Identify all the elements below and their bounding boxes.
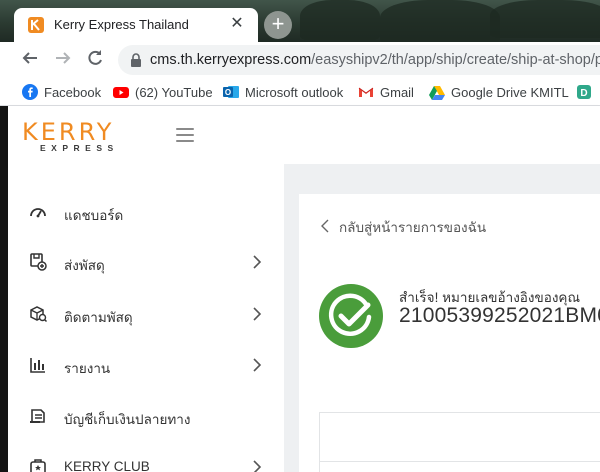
site-header: KERRY EXPRESS <box>8 106 600 164</box>
sidebar-item-label: KERRY CLUB <box>64 459 150 472</box>
bookmark-icon: D <box>576 84 592 100</box>
cod-account-icon <box>28 406 48 426</box>
url-host: cms.th.kerryexpress.com <box>150 52 312 68</box>
browser-toolbar: cms.th.kerryexpress.com/easyshipv2/th/ap… <box>0 42 600 78</box>
background-tree <box>380 0 500 42</box>
chevron-right-icon <box>252 254 262 270</box>
svg-text:D: D <box>580 88 587 99</box>
window-edge <box>0 106 8 472</box>
address-bar[interactable]: cms.th.kerryexpress.com/easyshipv2/th/ap… <box>118 45 600 75</box>
sidebar-item-cod-account[interactable]: บัญชีเก็บเงินปลายทาง <box>8 392 284 442</box>
lock-icon[interactable] <box>130 53 142 72</box>
bookmark-label: Microsoft outlook <box>245 84 344 100</box>
back-to-my-list-link[interactable]: กลับสู่หน้ารายการของฉัน <box>321 216 486 238</box>
bookmark-youtube[interactable]: (62) YouTube <box>113 83 213 101</box>
back-arrow-icon[interactable] <box>20 48 44 72</box>
kerry-club-icon <box>28 457 48 472</box>
success-check-icon <box>319 284 383 348</box>
hamburger-line <box>176 128 194 130</box>
background-tree <box>300 0 380 40</box>
kerry-express-logo[interactable]: KERRY EXPRESS <box>22 118 148 153</box>
divider <box>320 461 600 462</box>
close-icon[interactable]: ✕ <box>228 15 246 33</box>
dashboard-gauge-icon <box>28 202 48 222</box>
logo-wordmark: KERRY <box>22 118 115 146</box>
tab-title: Kerry Express Thailand <box>54 17 189 32</box>
bookmark-extra[interactable]: D <box>576 83 592 101</box>
url-text: cms.th.kerryexpress.com/easyshipv2/th/ap… <box>150 52 600 68</box>
bookmark-label: Google Drive KMITL <box>451 84 569 100</box>
send-parcel-icon <box>28 252 48 272</box>
bookmark-gmail[interactable]: Gmail <box>358 83 414 101</box>
track-parcel-icon <box>28 304 48 324</box>
background-tree <box>490 0 600 38</box>
browser-tab-active[interactable]: Kerry Express Thailand ✕ <box>14 8 258 42</box>
bookmark-facebook[interactable]: Facebook <box>22 83 101 101</box>
sidebar-nav: แดชบอร์ด ส่งพัสดุ ติดตามพัสดุ รายงาน บัญ… <box>8 164 284 472</box>
sidebar-item-kerry-club[interactable]: KERRY CLUB <box>8 443 284 472</box>
svg-text:O: O <box>225 88 231 97</box>
menu-hamburger-icon[interactable] <box>176 128 194 142</box>
outlook-icon: O <box>223 84 239 100</box>
url-path: /easyshipv2/th/app/ship/create/ship-at-s… <box>311 52 600 68</box>
kerry-favicon-icon <box>28 17 44 33</box>
bookmark-label: Facebook <box>44 84 102 100</box>
sidebar-item-label: ส่งพัสดุ <box>64 258 105 273</box>
browser-tab-strip: Kerry Express Thailand ✕ + <box>0 0 600 42</box>
bookmark-label: (62) YouTube <box>135 84 213 100</box>
google-drive-icon <box>429 84 445 100</box>
chevron-left-icon <box>321 219 329 236</box>
bookmark-outlook[interactable]: O Microsoft outlook <box>223 83 343 101</box>
youtube-icon <box>113 84 129 100</box>
forward-arrow-icon[interactable] <box>53 48 77 72</box>
sidebar-item-label: รายงาน <box>64 361 111 376</box>
bookmark-label: Gmail <box>380 84 414 100</box>
reference-number: 2100539925202​1BM0 <box>399 304 600 327</box>
main-content: กลับสู่หน้ารายการของฉัน สำเร็จ! หมายเลขอ… <box>284 164 600 472</box>
shipment-summary-box <box>319 412 600 472</box>
sidebar-item-label: แดชบอร์ด <box>64 208 124 223</box>
reload-icon[interactable] <box>85 48 109 72</box>
hamburger-line <box>176 140 194 142</box>
report-chart-icon <box>28 355 48 375</box>
sidebar-item-track-parcel[interactable]: ติดตามพัสดุ <box>8 290 284 340</box>
back-link-label: กลับสู่หน้ารายการของฉัน <box>339 220 487 235</box>
sidebar-item-label: ติดตามพัสดุ <box>64 310 133 325</box>
gmail-icon <box>358 84 374 100</box>
chevron-right-icon <box>252 306 262 322</box>
chevron-right-icon <box>252 459 262 472</box>
facebook-icon <box>22 84 38 100</box>
success-card: กลับสู่หน้ารายการของฉัน สำเร็จ! หมายเลขอ… <box>299 194 600 472</box>
new-tab-button[interactable]: + <box>264 11 292 39</box>
sidebar-item-dashboard[interactable]: แดชบอร์ด <box>8 188 284 238</box>
sidebar-item-report[interactable]: รายงาน <box>8 341 284 391</box>
hamburger-line <box>176 134 194 136</box>
sidebar-item-send-parcel[interactable]: ส่งพัสดุ <box>8 238 284 288</box>
logo-subtext: EXPRESS <box>40 143 119 153</box>
bookmark-google-drive[interactable]: Google Drive KMITL <box>429 83 569 101</box>
sidebar-item-label: บัญชีเก็บเงินปลายทาง <box>64 412 191 427</box>
chevron-right-icon <box>252 357 262 373</box>
bookmarks-bar: Facebook (62) YouTube O Microsoft outloo… <box>0 78 600 106</box>
